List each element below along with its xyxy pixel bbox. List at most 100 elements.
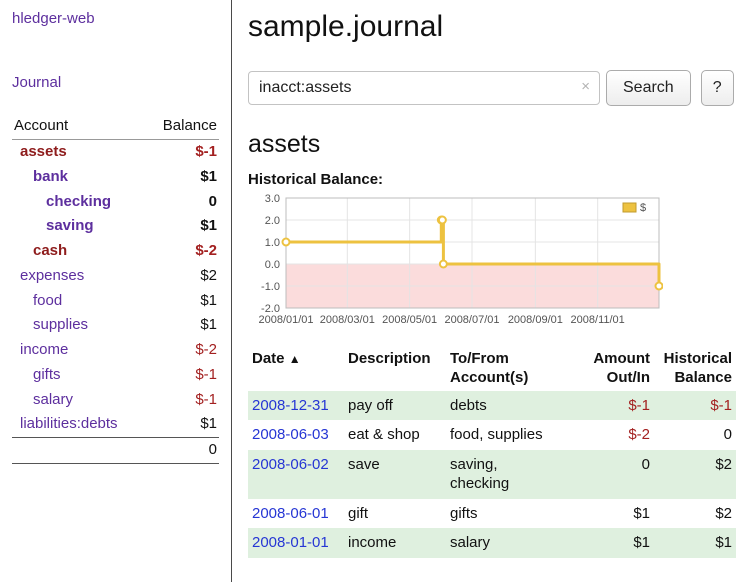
account-link-supplies[interactable]: supplies: [33, 316, 88, 333]
chart-title: Historical Balance:: [248, 171, 738, 188]
account-balance: $-2: [146, 338, 219, 363]
account-balance: 0: [146, 190, 219, 215]
account-link-salary[interactable]: salary: [33, 391, 73, 408]
accounts-total-row: 0: [12, 438, 219, 464]
register-row: 2008-01-01 income salary $1 $1: [248, 528, 736, 558]
svg-text:2008/07/01: 2008/07/01: [444, 314, 499, 326]
col-amount: Amount Out/In: [582, 347, 654, 391]
description-cell: eat & shop: [344, 420, 446, 450]
journal-link[interactable]: Journal: [12, 74, 61, 91]
help-button[interactable]: ?: [701, 70, 734, 106]
register-row: 2008-06-03 eat & shop food, supplies $-2…: [248, 420, 736, 450]
account-link-gifts[interactable]: gifts: [33, 366, 61, 383]
register-header-row: Date ▲ Description To/From Account(s) Am…: [248, 347, 736, 391]
svg-text:3.0: 3.0: [265, 193, 280, 205]
account-link-cash[interactable]: cash: [33, 242, 67, 259]
account-balance: $1: [146, 165, 219, 190]
account-row: cash $-2: [12, 239, 219, 264]
account-link-liabilities-debts[interactable]: liabilities:debts: [20, 415, 118, 432]
app-title-link[interactable]: hledger-web: [12, 10, 95, 27]
account-balance: $-1: [146, 140, 219, 165]
svg-text:2008/01/01: 2008/01/01: [258, 314, 313, 326]
search-input[interactable]: [248, 71, 600, 105]
account-link-food[interactable]: food: [33, 292, 62, 309]
svg-text:0.0: 0.0: [265, 259, 280, 271]
account-link-income[interactable]: income: [20, 341, 68, 358]
register-row: 2008-06-02 save saving, checking 0 $2: [248, 450, 736, 499]
account-cell: gifts: [446, 499, 582, 529]
svg-text:2008/09/01: 2008/09/01: [508, 314, 563, 326]
svg-text:2008/05/01: 2008/05/01: [382, 314, 437, 326]
account-balance: $1: [146, 289, 219, 314]
main-content: sample.journal × Search ? assets Histori…: [233, 0, 742, 582]
description-cell: income: [344, 528, 446, 558]
accounts-header-row: Account Balance: [12, 114, 219, 140]
account-link-saving[interactable]: saving: [46, 217, 94, 234]
account-row: expenses $2: [12, 264, 219, 289]
account-link-bank[interactable]: bank: [33, 168, 68, 185]
col-description: Description: [344, 347, 446, 391]
col-account: To/From Account(s): [446, 347, 582, 391]
account-row: assets $-1: [12, 140, 219, 165]
accounts-total: 0: [146, 438, 219, 464]
amount-cell: $-1: [582, 391, 654, 421]
balance-chart: $3.02.01.00.0-1.0-2.02008/01/012008/03/0…: [248, 192, 738, 333]
account-row: food $1: [12, 289, 219, 314]
account-balance: $1: [146, 412, 219, 437]
account-row: supplies $1: [12, 313, 219, 338]
amount-cell: $-2: [582, 420, 654, 450]
account-balance: $2: [146, 264, 219, 289]
register-row: 2008-12-31 pay off debts $-1 $-1: [248, 391, 736, 421]
account-balance: $-1: [146, 388, 219, 413]
account-title: assets: [248, 130, 738, 159]
account-link-assets[interactable]: assets: [20, 143, 67, 160]
account-row: bank $1: [12, 165, 219, 190]
account-balance: $1: [146, 214, 219, 239]
date-link[interactable]: 2008-01-01: [252, 534, 329, 551]
account-link-expenses[interactable]: expenses: [20, 267, 84, 284]
balance-cell: $-1: [654, 391, 736, 421]
svg-text:1.0: 1.0: [265, 237, 280, 249]
account-row: income $-2: [12, 338, 219, 363]
date-link[interactable]: 2008-12-31: [252, 397, 329, 414]
sidebar: hledger-web Journal Account Balance asse…: [0, 0, 232, 582]
accounts-header-account: Account: [12, 114, 146, 140]
register-table: Date ▲ Description To/From Account(s) Am…: [248, 347, 736, 558]
account-link-checking[interactable]: checking: [46, 193, 111, 210]
account-row: liabilities:debts $1: [12, 412, 219, 437]
amount-cell: $1: [582, 499, 654, 529]
account-cell: debts: [446, 391, 582, 421]
account-row: salary $-1: [12, 388, 219, 413]
balance-chart-svg: $3.02.01.00.0-1.0-2.02008/01/012008/03/0…: [248, 192, 663, 333]
svg-text:2008/03/01: 2008/03/01: [320, 314, 375, 326]
amount-cell: 0: [582, 450, 654, 499]
accounts-table: Account Balance assets $-1 bank $1 check…: [12, 114, 219, 464]
app-title: hledger-web: [12, 10, 219, 28]
balance-cell: $1: [654, 528, 736, 558]
search-bar: × Search ?: [248, 70, 738, 106]
journal-nav: Journal: [12, 74, 219, 92]
accounts-header-balance: Balance: [146, 114, 219, 140]
svg-text:2.0: 2.0: [265, 215, 280, 227]
register-row: 2008-06-01 gift gifts $1 $2: [248, 499, 736, 529]
col-balance: Historical Balance: [654, 347, 736, 391]
description-cell: pay off: [344, 391, 446, 421]
search-button[interactable]: Search: [606, 70, 691, 106]
sort-asc-icon: ▲: [289, 352, 301, 366]
balance-cell: 0: [654, 420, 736, 450]
date-link[interactable]: 2008-06-01: [252, 505, 329, 522]
description-cell: gift: [344, 499, 446, 529]
account-balance: $1: [146, 313, 219, 338]
date-link[interactable]: 2008-06-03: [252, 426, 329, 443]
clear-search-icon[interactable]: ×: [581, 78, 590, 95]
account-balance: $-1: [146, 363, 219, 388]
account-cell: saving, checking: [446, 450, 582, 499]
account-cell: salary: [446, 528, 582, 558]
page-title: sample.journal: [248, 10, 738, 44]
account-row: gifts $-1: [12, 363, 219, 388]
date-link[interactable]: 2008-06-02: [252, 456, 329, 473]
account-balance: $-2: [146, 239, 219, 264]
account-cell: food, supplies: [446, 420, 582, 450]
balance-cell: $2: [654, 499, 736, 529]
col-date[interactable]: Date ▲: [248, 347, 344, 391]
